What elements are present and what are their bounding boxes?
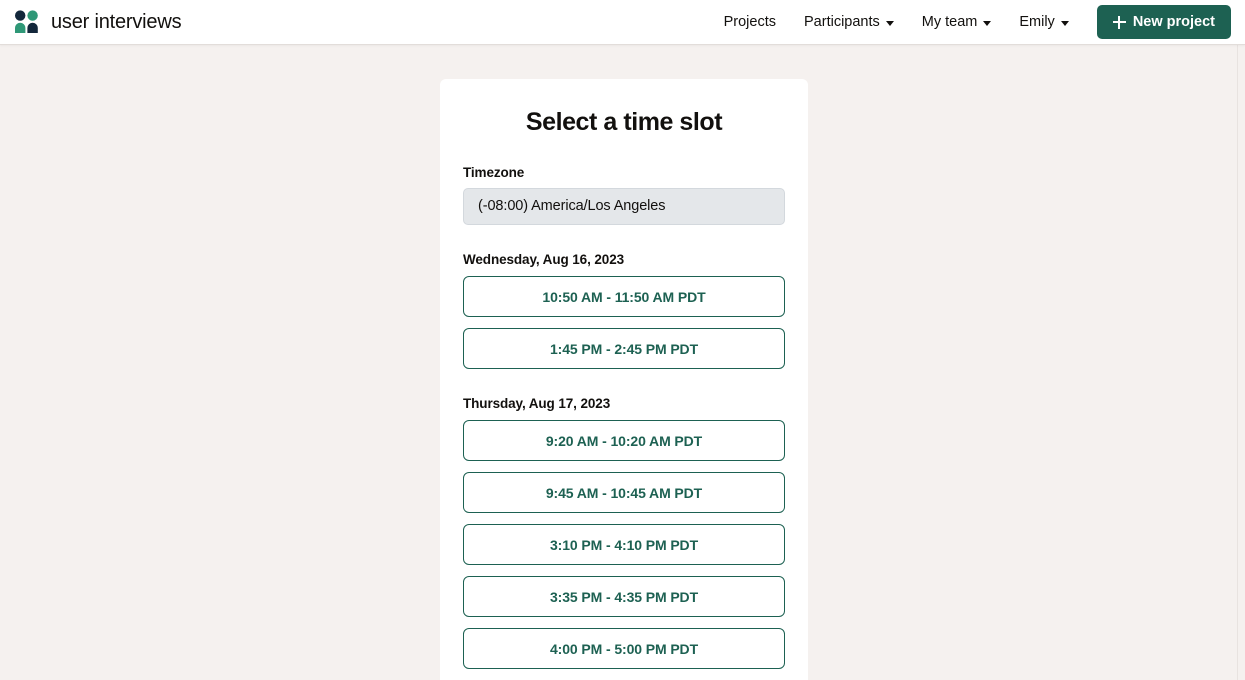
new-project-button-label: New project — [1132, 14, 1215, 30]
new-project-button[interactable]: New project — [1096, 5, 1231, 39]
time-slot-button[interactable]: 3:10 PM - 4:10 PM PDT — [463, 524, 785, 565]
time-slot-button[interactable]: 9:45 AM - 10:45 AM PDT — [463, 472, 785, 513]
chevron-down-icon — [983, 20, 992, 26]
brand-name: user interviews — [51, 10, 182, 33]
page-scrollbar[interactable] — [1237, 45, 1238, 680]
timezone-label: Timezone — [463, 165, 525, 180]
nav-item-participants[interactable]: Participants — [790, 8, 908, 36]
nav-item-account-label: Emily — [1019, 14, 1055, 30]
time-slot-button[interactable]: 4:00 PM - 5:00 PM PDT — [463, 628, 785, 669]
time-slot-card: Select a time slot Timezone (-08:00) Ame… — [440, 79, 808, 680]
time-slot-button[interactable]: 1:45 PM - 2:45 PM PDT — [463, 328, 785, 369]
nav-item-account-menu[interactable]: Emily — [1005, 8, 1082, 36]
time-slot-button[interactable]: 10:50 AM - 11:50 AM PDT — [463, 276, 785, 317]
date-heading: Thursday, Aug 17, 2023 — [463, 396, 611, 411]
plus-icon — [1112, 15, 1126, 29]
chevron-down-icon — [1060, 20, 1069, 26]
page-title: Select a time slot — [525, 108, 723, 136]
chevron-down-icon — [885, 20, 894, 26]
nav-item-my-team-label: My team — [921, 14, 978, 30]
page-body: Select a time slot Timezone (-08:00) Ame… — [0, 45, 1245, 680]
user-interviews-logo-icon — [14, 10, 41, 34]
top-navbar: user interviews Projects Participants My… — [0, 0, 1245, 45]
nav-item-my-team[interactable]: My team — [908, 8, 1006, 36]
time-slot-button[interactable]: 3:35 PM - 4:35 PM PDT — [463, 576, 785, 617]
date-heading: Wednesday, Aug 16, 2023 — [463, 252, 625, 267]
brand-home-link[interactable]: user interviews — [14, 10, 182, 34]
timezone-select[interactable]: (-08:00) America/Los Angeles — [463, 188, 785, 225]
nav-item-projects[interactable]: Projects — [710, 8, 790, 36]
nav-links-group: Projects Participants My team Emily New … — [710, 5, 1231, 39]
time-slot-button[interactable]: 9:20 AM - 10:20 AM PDT — [463, 420, 785, 461]
nav-item-projects-label: Projects — [723, 14, 776, 30]
nav-item-participants-label: Participants — [804, 14, 880, 30]
